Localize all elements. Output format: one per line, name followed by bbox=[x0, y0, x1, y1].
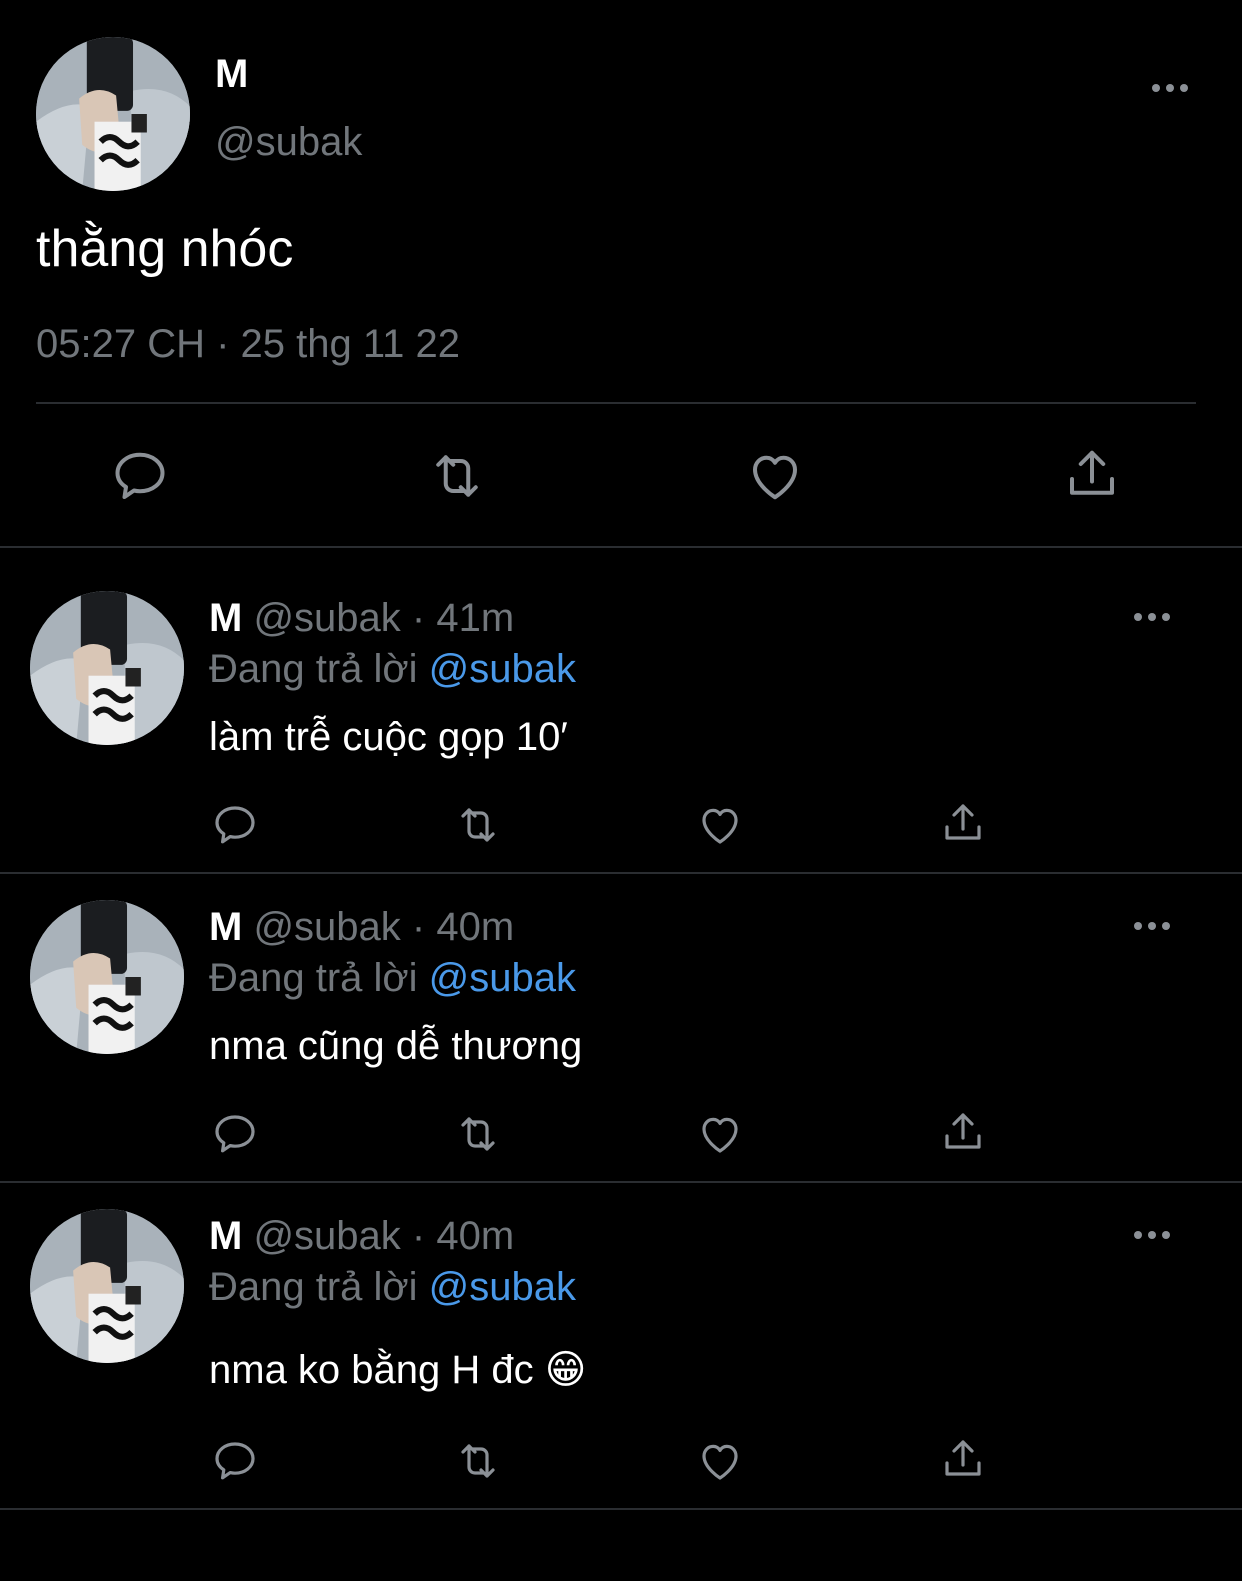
share-icon[interactable] bbox=[1062, 444, 1122, 504]
reply-icon[interactable] bbox=[211, 1437, 259, 1485]
like-icon[interactable] bbox=[696, 801, 744, 849]
avatar[interactable] bbox=[30, 900, 184, 1054]
replying-to-line: Đang trả lời @subak bbox=[209, 1265, 576, 1309]
replying-to-line: Đang trả lời @subak bbox=[209, 956, 576, 1000]
reply-icon[interactable] bbox=[110, 446, 170, 506]
replying-prefix: Đang trả lời bbox=[209, 1265, 418, 1309]
reply-time: · 40m bbox=[411, 905, 515, 949]
divider bbox=[0, 1508, 1242, 1510]
share-icon[interactable] bbox=[939, 1435, 987, 1483]
display-name[interactable]: M bbox=[209, 596, 242, 640]
display-name[interactable]: M bbox=[209, 1214, 242, 1258]
mention-link[interactable]: @subak bbox=[429, 1265, 576, 1309]
avatar[interactable] bbox=[30, 1209, 184, 1363]
divider bbox=[0, 546, 1242, 548]
retweet-icon[interactable] bbox=[450, 1437, 506, 1485]
like-icon[interactable] bbox=[696, 1110, 744, 1158]
display-name[interactable]: M bbox=[209, 905, 242, 949]
tweet-text: thằng nhóc bbox=[36, 220, 294, 278]
tweet-timestamp: 05:27 CH · 25 thg 11 22 bbox=[36, 322, 460, 366]
divider bbox=[36, 402, 1196, 404]
reply-icon[interactable] bbox=[211, 801, 259, 849]
replying-to-line: Đang trả lời @subak bbox=[209, 647, 576, 691]
reply-icon[interactable] bbox=[211, 1110, 259, 1158]
reply-text: làm trễ cuộc gọp 10′ bbox=[209, 715, 568, 759]
more-icon[interactable] bbox=[1134, 613, 1170, 621]
more-icon[interactable] bbox=[1134, 1231, 1170, 1239]
handle[interactable]: @subak bbox=[215, 120, 362, 164]
like-icon[interactable] bbox=[745, 446, 805, 506]
more-icon[interactable] bbox=[1152, 84, 1188, 92]
retweet-icon[interactable] bbox=[424, 446, 490, 506]
reply-time: · 41m bbox=[411, 596, 515, 640]
avatar[interactable] bbox=[36, 37, 190, 191]
mention-link[interactable]: @subak bbox=[429, 956, 576, 1000]
handle[interactable]: @subak bbox=[253, 596, 400, 640]
reply-text: nma cũng dễ thương bbox=[209, 1024, 583, 1068]
reply-header: M @subak · 41m bbox=[209, 596, 514, 640]
more-icon[interactable] bbox=[1134, 922, 1170, 930]
share-icon[interactable] bbox=[939, 1108, 987, 1156]
avatar[interactable] bbox=[30, 591, 184, 745]
reply-text: nma ko bằng H đc 😁 bbox=[209, 1348, 587, 1392]
divider bbox=[0, 1181, 1242, 1183]
divider bbox=[0, 872, 1242, 874]
reply-header: M @subak · 40m bbox=[209, 1214, 514, 1258]
share-icon[interactable] bbox=[939, 799, 987, 847]
replying-prefix: Đang trả lời bbox=[209, 647, 418, 691]
handle[interactable]: @subak bbox=[253, 1214, 400, 1258]
retweet-icon[interactable] bbox=[450, 801, 506, 849]
retweet-icon[interactable] bbox=[450, 1110, 506, 1158]
reply-time: · 40m bbox=[411, 1214, 515, 1258]
replying-prefix: Đang trả lời bbox=[209, 956, 418, 1000]
like-icon[interactable] bbox=[696, 1437, 744, 1485]
display-name[interactable]: M bbox=[215, 52, 248, 96]
mention-link[interactable]: @subak bbox=[429, 647, 576, 691]
reply-header: M @subak · 40m bbox=[209, 905, 514, 949]
handle[interactable]: @subak bbox=[253, 905, 400, 949]
